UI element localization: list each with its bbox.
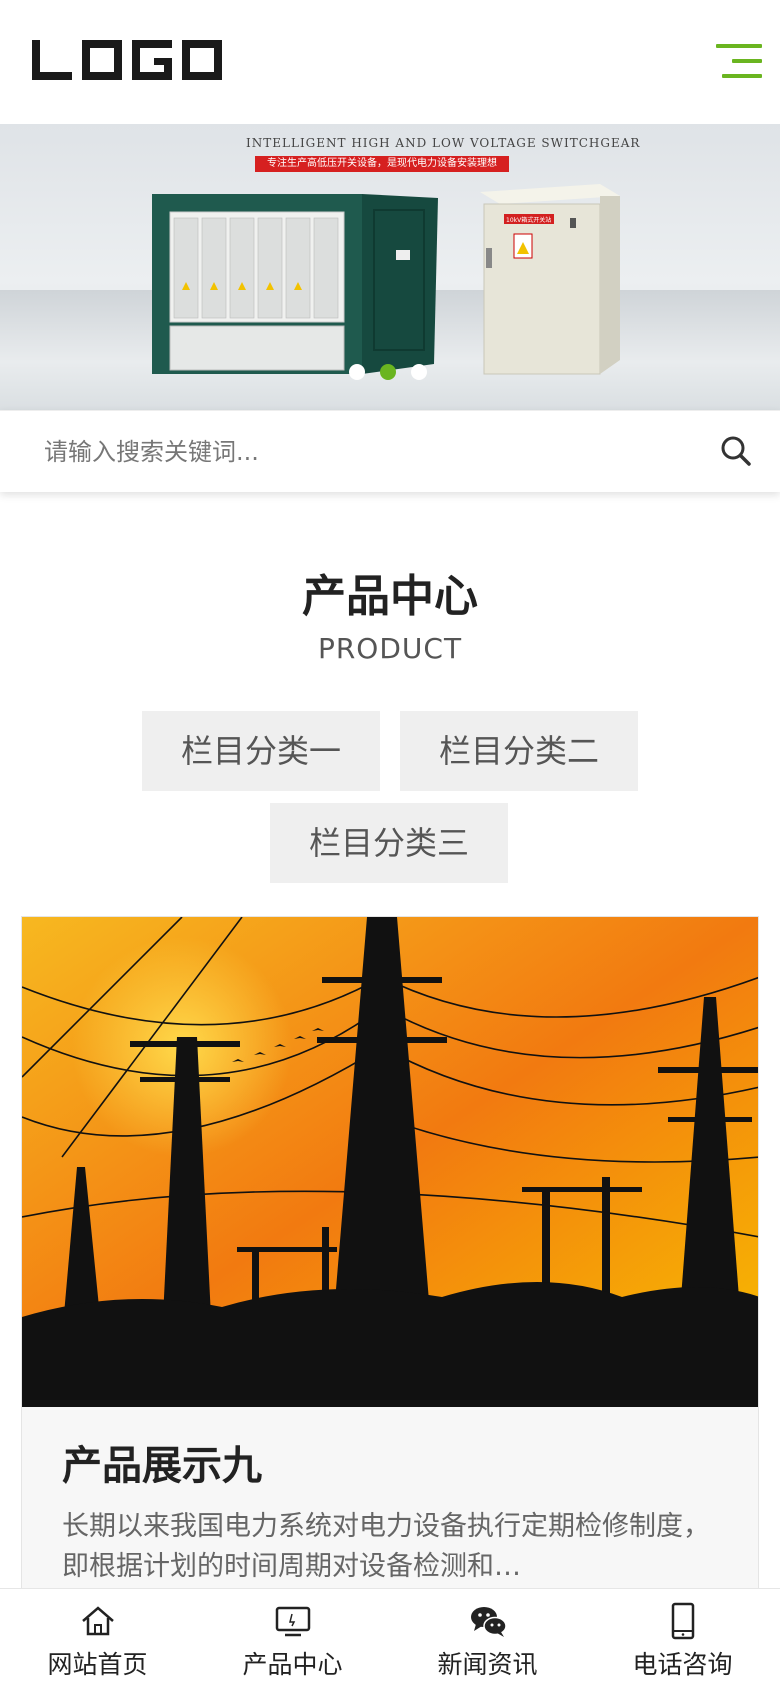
wechat-icon xyxy=(470,1607,507,1637)
power-tower-image xyxy=(22,917,758,1407)
nav-home-label: 网站首页 xyxy=(47,1650,148,1679)
product-card[interactable]: 产品展示九 长期以来我国电力系统对电力设备执行定期检修制度，即根据计划的时间周期… xyxy=(21,916,759,1616)
nav-news[interactable]: 新闻资讯 xyxy=(390,1589,585,1688)
nav-phone-label: 电话咨询 xyxy=(632,1650,733,1679)
search-bar xyxy=(0,410,780,493)
monitor-icon xyxy=(275,1606,310,1637)
product-image[interactable] xyxy=(22,917,758,1407)
section-subtitle: PRODUCT xyxy=(317,632,463,665)
logo[interactable] xyxy=(32,40,222,80)
phone-icon xyxy=(671,1602,694,1640)
carousel-dot-3[interactable] xyxy=(411,364,427,380)
section-title: 产品中心 xyxy=(302,571,478,622)
box-cabinet-image: 10kV箱式开关站 xyxy=(480,184,620,375)
bottom-nav: 网站首页 产品中心 新闻资讯 电话咨询 xyxy=(0,1588,780,1688)
home-icon xyxy=(81,1606,114,1636)
banner-carousel[interactable]: INTELLIGENT HIGH AND LOW VOLTAGE SWITCHG… xyxy=(0,124,780,410)
category-tab-2[interactable]: 栏目分类二 xyxy=(400,711,638,791)
product-title[interactable]: 产品展示九 xyxy=(62,1433,262,1491)
carousel-dot-1[interactable] xyxy=(349,364,365,380)
carousel-dots xyxy=(349,364,427,380)
cabinet-label: 10kV箱式开关站 xyxy=(506,216,551,224)
search-icon[interactable] xyxy=(718,433,754,469)
carousel-dot-2[interactable] xyxy=(380,364,396,380)
nav-products-label: 产品中心 xyxy=(242,1650,343,1679)
product-description: 长期以来我国电力系统对电力设备执行定期检修制度，即根据计划的时间周期对设备检测和… xyxy=(62,1511,710,1582)
nav-news-label: 新闻资讯 xyxy=(437,1650,538,1679)
search-input[interactable] xyxy=(0,411,690,493)
nav-phone[interactable]: 电话咨询 xyxy=(585,1589,780,1688)
banner-subtitle: 专注生产高低压开关设备，是现代电力设备安装理想 xyxy=(255,156,509,172)
switchgear-cabinet-image xyxy=(152,194,438,374)
category-tab-1[interactable]: 栏目分类一 xyxy=(142,711,380,791)
category-tab-3[interactable]: 栏目分类三 xyxy=(270,803,508,883)
nav-home[interactable]: 网站首页 xyxy=(0,1589,195,1688)
hamburger-menu-icon[interactable] xyxy=(708,38,762,84)
banner-title: INTELLIGENT HIGH AND LOW VOLTAGE SWITCHG… xyxy=(246,136,641,150)
nav-products[interactable]: 产品中心 xyxy=(195,1589,390,1688)
header xyxy=(0,0,780,124)
